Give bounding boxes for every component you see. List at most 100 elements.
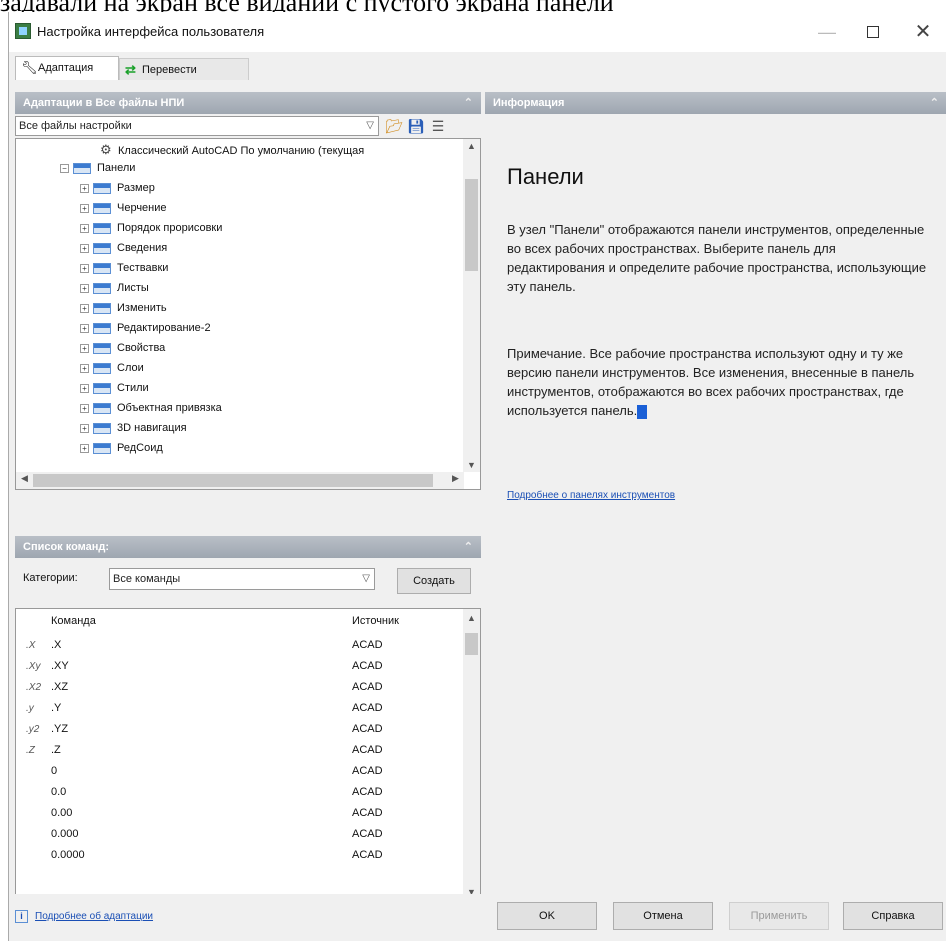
- tree-item-toolbar[interactable]: +3D навигация: [80, 419, 187, 437]
- table-row[interactable]: .y .Y ACAD: [16, 698, 464, 719]
- wrench-icon: 🔧︎: [21, 60, 38, 75]
- expand-node-icon[interactable]: +: [80, 403, 89, 413]
- list-view-icon[interactable]: ☰: [429, 117, 447, 135]
- tree-item-toolbars[interactable]: − Панели: [60, 159, 135, 177]
- expand-node-icon[interactable]: +: [80, 223, 89, 233]
- gear-icon: ⚙︎: [100, 142, 112, 157]
- help-button[interactable]: Справка: [843, 902, 943, 930]
- close-button[interactable]: ✕: [908, 20, 938, 44]
- tree-scroll-thumb[interactable]: [465, 179, 478, 271]
- expand-node-icon[interactable]: +: [80, 363, 89, 373]
- tree-item-toolbar[interactable]: + Редактирование-2: [80, 319, 211, 337]
- command-scroll-thumb[interactable]: [465, 633, 478, 655]
- tree-item-toolbar[interactable]: + Размер: [80, 179, 155, 197]
- table-row[interactable]: 0.0 ACAD: [16, 782, 464, 803]
- open-file-icon[interactable]: 📂︎: [385, 117, 403, 135]
- tree-item-toolbar[interactable]: + Сведения: [80, 239, 167, 257]
- tree-item-toolbar[interactable]: + Порядок прорисовки: [80, 219, 222, 237]
- info-paragraph-1: В узел "Панели" отображаются панели инст…: [507, 222, 927, 294]
- tree-item-toolbar[interactable]: + Объектная привязка: [80, 399, 222, 417]
- ok-button[interactable]: OK: [497, 902, 597, 930]
- customization-file-select[interactable]: Все файлы настройки ▽: [15, 116, 379, 136]
- command-source: ACAD: [352, 849, 383, 861]
- tab-customize[interactable]: 🔧︎ Адаптация: [15, 56, 119, 80]
- title-bar[interactable]: Настройка интерфейса пользователя — ✕: [9, 12, 946, 52]
- toolbar-icon: [93, 382, 111, 394]
- column-header-command[interactable]: Команда: [51, 609, 96, 633]
- transfer-arrows-icon: ⇄: [125, 62, 136, 77]
- customization-help-link[interactable]: Подробнее об адаптации: [35, 911, 153, 922]
- expand-node-icon[interactable]: +: [80, 243, 89, 253]
- expand-node-icon[interactable]: +: [80, 263, 89, 273]
- expand-node-icon[interactable]: +: [80, 303, 89, 313]
- tree-item-label: Стили: [117, 382, 149, 394]
- table-row[interactable]: .X2 .XZ ACAD: [16, 677, 464, 698]
- tab-transfer[interactable]: ⇄ Перевести: [119, 58, 249, 80]
- tree-item-label: 3D навигация: [117, 422, 187, 434]
- command-name: .XZ: [51, 681, 69, 693]
- toolbar-icon: [93, 302, 111, 314]
- collapse-chevron-icon[interactable]: ⌃: [464, 536, 473, 558]
- tree-item-toolbar[interactable]: + РедСоид: [80, 439, 163, 457]
- toolbars-help-link[interactable]: Подробнее о панелях инструментов: [507, 490, 675, 501]
- maximize-button[interactable]: [858, 20, 888, 44]
- table-row[interactable]: .X .X ACAD: [16, 635, 464, 656]
- table-row[interactable]: 0.0000 ACAD: [16, 845, 464, 866]
- table-row[interactable]: .Z .Z ACAD: [16, 740, 464, 761]
- table-row[interactable]: 0 ACAD: [16, 761, 464, 782]
- tree-item-toolbar[interactable]: + Листы: [80, 279, 149, 297]
- command-vertical-scrollbar[interactable]: ▲ ▼: [463, 609, 480, 901]
- tree-item-toolbar[interactable]: + Стили: [80, 379, 149, 397]
- expand-node-icon[interactable]: +: [80, 203, 89, 213]
- customization-tree[interactable]: ⚙︎ Классический AutoCAD По умолчанию (тек…: [15, 138, 481, 490]
- category-label: Категории:: [23, 572, 78, 584]
- command-source: ACAD: [352, 786, 383, 798]
- expand-node-icon[interactable]: +: [80, 283, 89, 293]
- save-icon[interactable]: 💾︎: [407, 117, 425, 135]
- tree-vertical-scrollbar[interactable]: ▲ ▼: [463, 139, 480, 472]
- category-select[interactable]: Все команды ▽: [109, 568, 375, 590]
- toolbar-icon: [93, 282, 111, 294]
- collapse-chevron-icon[interactable]: ⌃: [930, 92, 939, 114]
- expand-node-icon[interactable]: +: [80, 343, 89, 353]
- column-header-source[interactable]: Источник: [352, 609, 399, 633]
- table-row[interactable]: 0.00 ACAD: [16, 803, 464, 824]
- command-source: ACAD: [352, 702, 383, 714]
- expand-node-icon[interactable]: +: [80, 183, 89, 193]
- tree-item-toolbar[interactable]: + Свойства: [80, 339, 165, 357]
- expand-node-icon[interactable]: +: [80, 383, 89, 393]
- command-name: 0.000: [51, 828, 79, 840]
- tree-item-toolbar[interactable]: + Изменить: [80, 299, 167, 317]
- command-table[interactable]: Команда Источник .X .X ACAD .Xy .XY ACAD .X2…: [15, 608, 481, 902]
- customization-file-value: Все файлы настройки: [19, 120, 132, 132]
- table-row[interactable]: 0.000 ACAD: [16, 824, 464, 845]
- scroll-up-icon[interactable]: ▲: [463, 141, 480, 151]
- apply-button[interactable]: Применить: [729, 902, 829, 930]
- scroll-left-icon[interactable]: ◀: [16, 473, 33, 484]
- expand-node-icon[interactable]: +: [80, 323, 89, 333]
- tree-item-label: Порядок прорисовки: [117, 222, 223, 234]
- tree-item-workspace[interactable]: ⚙︎ Классический AutoCAD По умолчанию (тек…: [100, 141, 364, 159]
- create-command-button[interactable]: Создать: [397, 568, 471, 594]
- toolbar-icon: [93, 362, 111, 374]
- toolbar-icon: [93, 402, 111, 414]
- tree-hscroll-thumb[interactable]: [33, 474, 433, 487]
- chevron-down-icon: ▽: [362, 573, 370, 584]
- cancel-button[interactable]: Отмена: [613, 902, 713, 930]
- expand-node-icon[interactable]: +: [80, 443, 89, 453]
- collapse-node-icon[interactable]: −: [60, 163, 69, 173]
- scroll-down-icon[interactable]: ▼: [463, 460, 480, 470]
- tree-item-label: РедСоид: [117, 442, 163, 454]
- table-row[interactable]: .Xy .XY ACAD: [16, 656, 464, 677]
- tree-item-label: Размер: [117, 182, 155, 194]
- scroll-up-icon[interactable]: ▲: [463, 613, 480, 623]
- table-row[interactable]: .y2 .YZ ACAD: [16, 719, 464, 740]
- tree-item-toolbar[interactable]: + Черчение: [80, 199, 167, 217]
- tree-item-toolbar[interactable]: + Слои: [80, 359, 144, 377]
- expand-node-icon[interactable]: +: [80, 423, 89, 433]
- tree-item-toolbar[interactable]: + Тествавки: [80, 259, 168, 277]
- minimize-button[interactable]: —: [812, 20, 842, 44]
- collapse-chevron-icon[interactable]: ⌃: [464, 92, 473, 114]
- scroll-right-icon[interactable]: ▶: [447, 473, 464, 484]
- tree-horizontal-scrollbar[interactable]: ◀ ▶: [16, 472, 464, 489]
